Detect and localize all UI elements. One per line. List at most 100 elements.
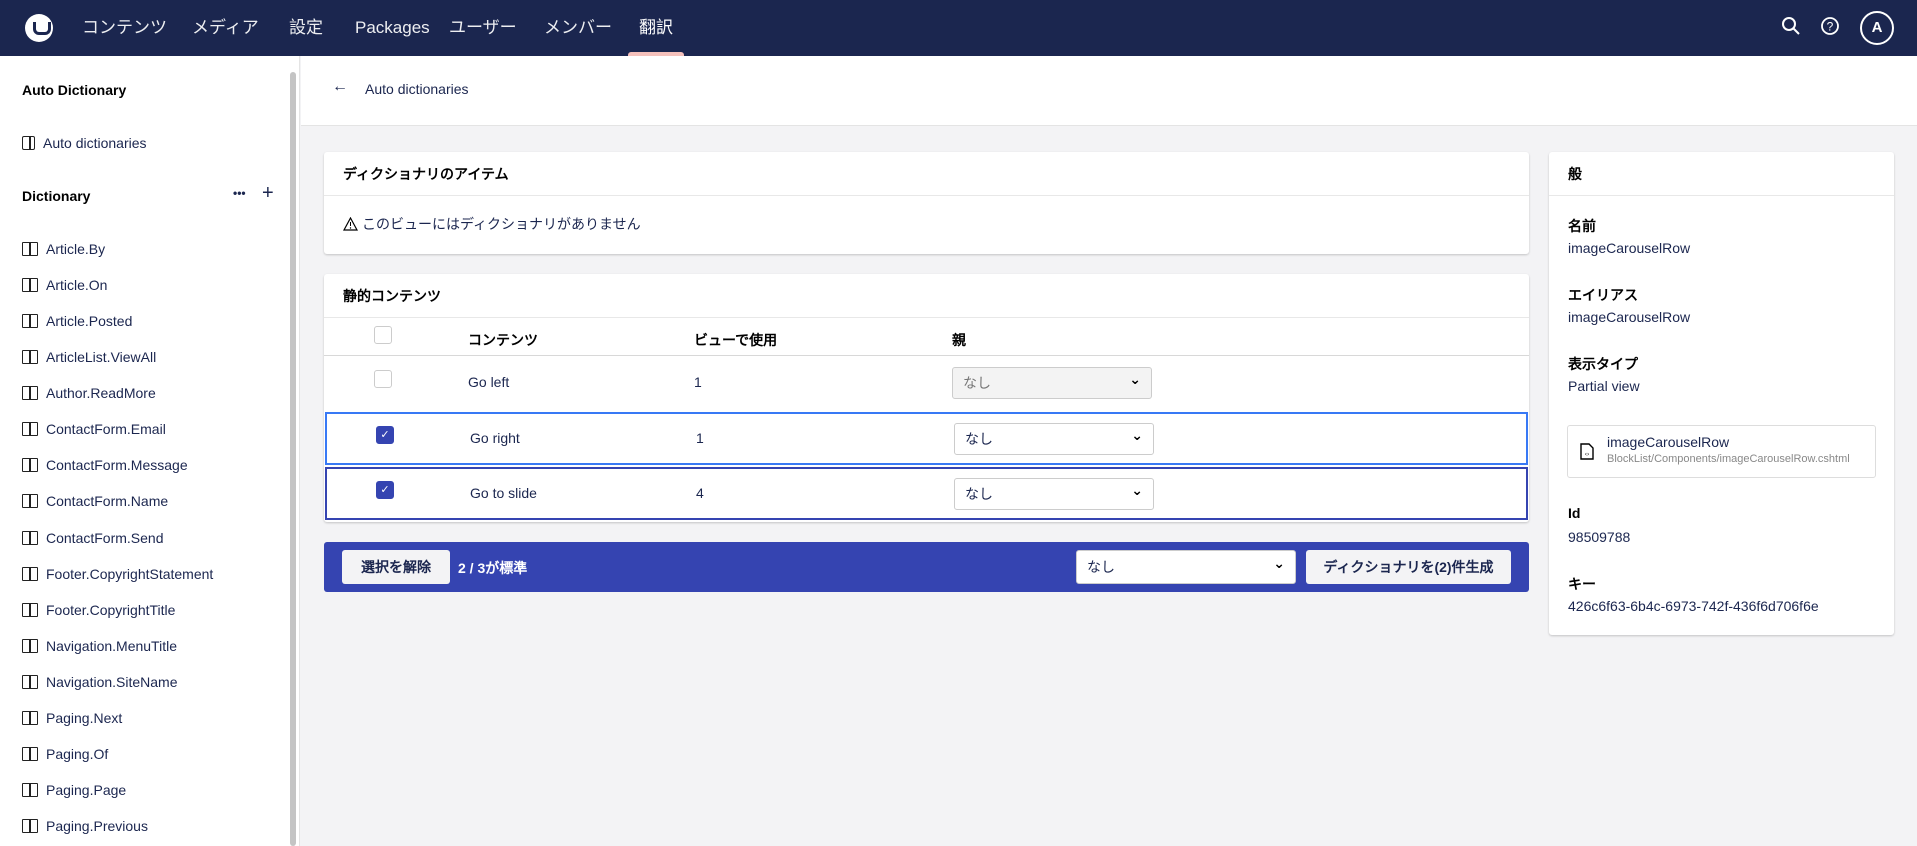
sidebar-item[interactable]: ContactForm.Send xyxy=(22,526,164,550)
page-header: ← Auto dictionaries xyxy=(301,56,1917,126)
sidebar-item-label: ContactForm.Send xyxy=(46,529,164,546)
user-avatar[interactable]: A xyxy=(1860,11,1894,45)
sidebar-item[interactable]: ArticleList.ViewAll xyxy=(22,345,156,369)
sidebar-item-label: ContactForm.Message xyxy=(46,457,188,474)
sidebar-item[interactable]: ContactForm.Message xyxy=(22,453,188,477)
nav-settings[interactable]: 設定 xyxy=(289,0,323,56)
nav-content[interactable]: コンテンツ xyxy=(82,0,167,56)
file-name: imageCarouselRow xyxy=(1607,434,1730,450)
umbraco-logo[interactable] xyxy=(25,14,53,42)
nav-members[interactable]: メンバー xyxy=(544,0,612,56)
generate-dictionaries-button[interactable]: ディクショナリを(2)件生成 xyxy=(1306,550,1511,584)
id-value: 98509788 xyxy=(1568,529,1631,545)
document-icon xyxy=(22,136,35,150)
book-icon xyxy=(22,746,38,761)
book-icon xyxy=(22,494,38,509)
sidebar-item[interactable]: Paging.Of xyxy=(22,742,108,766)
search-icon[interactable] xyxy=(1780,16,1802,38)
book-icon xyxy=(22,783,38,798)
parent-select[interactable]: なし xyxy=(952,364,1152,399)
sidebar-item[interactable]: ContactForm.Name xyxy=(22,489,168,513)
table-row[interactable]: Go left 1 なし xyxy=(324,356,1529,411)
sidebar-item-label: Footer.CopyrightStatement xyxy=(46,565,214,582)
type-label: 表示タイプ xyxy=(1568,356,1638,372)
sidebar-item-label: Article.By xyxy=(46,241,106,257)
sidebar-item-label: ContactForm.Email xyxy=(46,421,166,438)
file-path: BlockList/Components/imageCarouselRow.cs… xyxy=(1607,453,1850,465)
book-icon xyxy=(22,350,38,365)
book-icon xyxy=(22,674,38,689)
column-header-uses: ビューで使用 xyxy=(694,332,778,348)
more-options-icon[interactable]: ••• xyxy=(233,186,246,200)
alias-value: imageCarouselRow xyxy=(1568,309,1691,325)
row-content: Go left xyxy=(468,374,510,390)
code-file-icon: ‹› xyxy=(1580,443,1594,460)
row-content: Go right xyxy=(470,430,520,446)
parent-select[interactable]: なし xyxy=(954,420,1154,455)
static-content-card: 静的コンテンツ コンテンツ ビューで使用 親 Go left 1 なし ✓ Go… xyxy=(324,274,1529,522)
sidebar-item[interactable]: Paging.Page xyxy=(22,778,126,802)
sidebar-item[interactable]: Paging.Next xyxy=(22,706,122,730)
sidebar-item-label: ContactForm.Name xyxy=(46,493,169,510)
bulk-parent-select[interactable]: なし xyxy=(1076,547,1296,584)
row-checkbox[interactable]: ✓ xyxy=(376,426,394,444)
sidebar-item-label: Article.Posted xyxy=(46,313,133,330)
sidebar-item-auto-dictionaries[interactable]: Auto dictionaries xyxy=(22,131,147,155)
sidebar-item[interactable]: Navigation.MenuTitle xyxy=(22,634,177,658)
sidebar-item[interactable]: Author.ReadMore xyxy=(22,381,156,405)
book-icon xyxy=(22,278,38,293)
warning-icon xyxy=(343,217,358,231)
book-icon xyxy=(22,314,38,329)
sidebar-item-label: Navigation.SiteName xyxy=(46,673,178,690)
sidebar-item-label: Paging.Page xyxy=(46,782,127,799)
sidebar-item[interactable]: Article.On xyxy=(22,273,107,297)
id-label: Id xyxy=(1568,505,1581,521)
row-uses: 1 xyxy=(696,430,704,446)
sidebar-item[interactable]: Article.Posted xyxy=(22,309,132,333)
row-checkbox[interactable]: ✓ xyxy=(376,481,394,499)
book-icon xyxy=(22,386,38,401)
svg-text:‹›: ‹› xyxy=(1585,451,1590,458)
book-icon xyxy=(22,710,38,725)
parent-select[interactable]: なし xyxy=(954,475,1154,510)
nav-media[interactable]: メディア xyxy=(192,0,259,56)
sidebar-item-label: Footer.CopyrightTitle xyxy=(46,601,176,618)
book-icon xyxy=(22,422,38,437)
sidebar-scrollbar[interactable] xyxy=(290,72,296,846)
clear-selection-button[interactable]: 選択を解除 xyxy=(342,550,450,584)
warning-text: このビューにはディクショナリがありません xyxy=(362,216,641,232)
sidebar-item[interactable]: Navigation.SiteName xyxy=(22,670,178,694)
row-uses: 1 xyxy=(694,374,702,390)
table-row[interactable]: ✓ Go to slide 4 なし xyxy=(325,467,1528,520)
sidebar-item[interactable]: Footer.CopyrightStatement xyxy=(22,562,213,586)
add-icon[interactable]: + xyxy=(262,182,274,205)
selection-count: 2 / 3が標準 xyxy=(458,560,528,576)
book-icon xyxy=(22,458,38,473)
view-file-link[interactable]: ‹› imageCarouselRow BlockList/Components… xyxy=(1567,425,1876,478)
row-checkbox[interactable] xyxy=(374,370,392,388)
sidebar-item-label: Author.ReadMore xyxy=(46,385,156,402)
sidebar-item[interactable]: ContactForm.Email xyxy=(22,417,166,441)
table-row[interactable]: ✓ Go right 1 なし xyxy=(325,412,1528,465)
sidebar-item[interactable]: Paging.Previous xyxy=(22,814,148,838)
dictionary-items-card: ディクショナリのアイテム このビューにはディクショナリがありません xyxy=(324,152,1529,254)
sidebar-item-label: Paging.Next xyxy=(46,709,123,726)
book-icon xyxy=(22,530,38,545)
sidebar-item[interactable]: Footer.CopyrightTitle xyxy=(22,598,175,622)
help-icon[interactable]: ? xyxy=(1819,16,1841,38)
book-icon xyxy=(22,819,38,834)
back-arrow-icon[interactable]: ← xyxy=(332,78,348,96)
row-uses: 4 xyxy=(696,485,704,501)
nav-users[interactable]: ユーザー xyxy=(449,0,517,56)
sidebar-item[interactable]: Article.By xyxy=(22,237,105,261)
sidebar-item-label: ArticleList.ViewAll xyxy=(46,349,157,366)
sidebar-item-label: Article.On xyxy=(46,277,108,294)
name-value: imageCarouselRow xyxy=(1568,240,1691,256)
alias-label: エイリアス xyxy=(1568,287,1638,303)
back-link[interactable]: Auto dictionaries xyxy=(365,81,469,97)
dictionary-title: Dictionary xyxy=(22,188,91,204)
nav-packages[interactable]: Packages xyxy=(355,0,430,56)
nav-translation[interactable]: 翻訳 xyxy=(639,0,673,56)
select-all-checkbox[interactable] xyxy=(374,326,392,344)
key-label: キー xyxy=(1568,576,1596,592)
